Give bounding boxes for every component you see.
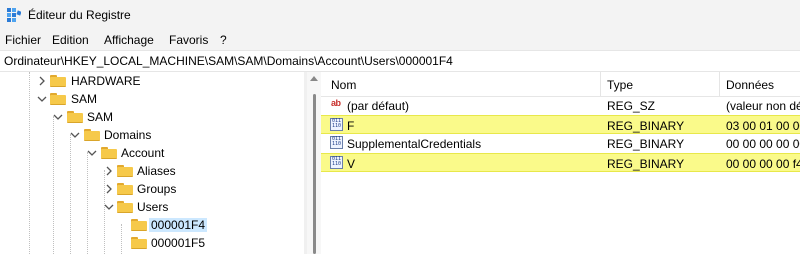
tree-item-000001f5[interactable]: 000001F5 bbox=[0, 234, 304, 252]
tree-item-hardware[interactable]: HARDWARE bbox=[0, 72, 304, 90]
values-pane: Nom Type Données ab (par défaut) REG_SZ … bbox=[321, 72, 800, 254]
tree-item-label: Groups bbox=[137, 182, 177, 196]
folder-icon bbox=[117, 165, 133, 177]
column-header-type[interactable]: Type bbox=[607, 78, 633, 92]
tree-item-label: SAM bbox=[87, 110, 114, 124]
tree-item-label: 000001F4 bbox=[149, 218, 208, 232]
tree-item-sam-sam[interactable]: SAM bbox=[0, 108, 304, 126]
title-bar: Éditeur du Registre bbox=[0, 0, 800, 30]
tree-item-domains[interactable]: Domains bbox=[0, 126, 304, 144]
column-divider[interactable] bbox=[600, 72, 601, 96]
registry-editor-icon bbox=[7, 8, 21, 22]
binary-value-icon: 011 110 bbox=[330, 156, 343, 169]
value-data: 00 00 00 00 00 bbox=[726, 137, 800, 151]
folder-icon bbox=[50, 75, 66, 87]
chevron-right-icon[interactable] bbox=[37, 76, 47, 86]
tree-item-label: SAM bbox=[71, 92, 98, 106]
menu-help[interactable]: ? bbox=[220, 33, 227, 47]
list-row[interactable]: 011 110 SupplementalCredentials REG_BINAR… bbox=[321, 134, 800, 153]
list-row[interactable]: ab (par défaut) REG_SZ (valeur non dé bbox=[321, 96, 800, 115]
menu-bar: Fichier Edition Affichage Favoris ? bbox=[0, 30, 800, 50]
binary-value-icon: 011 110 bbox=[330, 118, 343, 131]
tree-item-groups[interactable]: Groups bbox=[0, 180, 304, 198]
value-data: 03 00 01 00 00 bbox=[726, 119, 800, 133]
address-path[interactable]: Ordinateur\HKEY_LOCAL_MACHINE\SAM\SAM\Do… bbox=[4, 54, 453, 68]
tree-item-account[interactable]: Account bbox=[0, 144, 304, 162]
menu-fichier[interactable]: Fichier bbox=[5, 33, 41, 47]
value-type: REG_SZ bbox=[607, 99, 656, 113]
tree-item-label: HARDWARE bbox=[71, 74, 141, 88]
folder-open-icon bbox=[117, 201, 133, 213]
folder-open-icon bbox=[101, 147, 117, 159]
folder-open-icon bbox=[67, 111, 83, 123]
tree-item-label: Aliases bbox=[137, 164, 176, 178]
value-type: REG_BINARY bbox=[607, 137, 685, 151]
tree-pane: HARDWARE SAM SAM Domains Account Aliases… bbox=[0, 72, 304, 254]
list-header: Nom Type Données bbox=[321, 72, 800, 97]
folder-icon bbox=[131, 219, 147, 231]
menu-affichage[interactable]: Affichage bbox=[104, 33, 154, 47]
scroll-thumb[interactable] bbox=[313, 94, 316, 254]
folder-open-icon bbox=[50, 93, 66, 105]
column-header-nom[interactable]: Nom bbox=[331, 78, 356, 92]
chevron-right-icon[interactable] bbox=[104, 166, 114, 176]
value-type: REG_BINARY bbox=[607, 157, 685, 171]
chevron-down-icon[interactable] bbox=[104, 202, 114, 212]
value-name: F bbox=[347, 119, 355, 133]
string-value-icon: ab bbox=[331, 98, 341, 108]
tree-item-label: 000001F5 bbox=[151, 236, 206, 250]
chevron-right-icon[interactable] bbox=[104, 184, 114, 194]
tree-item-label: Domains bbox=[104, 128, 152, 142]
column-header-donnees[interactable]: Données bbox=[726, 78, 774, 92]
folder-icon bbox=[131, 237, 147, 249]
tree-item-000001f4[interactable]: 000001F4 bbox=[0, 216, 304, 234]
value-data: 00 00 00 00 f4 0 bbox=[726, 157, 800, 171]
chevron-down-icon[interactable] bbox=[37, 94, 47, 104]
tree-item-aliases[interactable]: Aliases bbox=[0, 162, 304, 180]
value-name: SupplementalCredentials bbox=[347, 137, 482, 151]
address-bar[interactable]: Ordinateur\HKEY_LOCAL_MACHINE\SAM\SAM\Do… bbox=[0, 50, 800, 72]
chevron-down-icon[interactable] bbox=[87, 148, 97, 158]
value-name: (par défaut) bbox=[347, 99, 410, 113]
value-name: V bbox=[347, 157, 356, 171]
window-title: Éditeur du Registre bbox=[28, 8, 131, 22]
tree-item-sam[interactable]: SAM bbox=[0, 90, 304, 108]
chevron-down-icon[interactable] bbox=[70, 130, 80, 140]
scroll-up-arrow-icon[interactable] bbox=[310, 76, 318, 81]
tree-item-users[interactable]: Users bbox=[0, 198, 304, 216]
value-type: REG_BINARY bbox=[607, 119, 685, 133]
folder-open-icon bbox=[84, 129, 100, 141]
chevron-down-icon[interactable] bbox=[53, 112, 63, 122]
binary-value-icon: 011 110 bbox=[330, 136, 343, 149]
column-divider[interactable] bbox=[719, 72, 720, 96]
menu-favoris[interactable]: Favoris bbox=[169, 33, 208, 47]
tree-scrollbar[interactable] bbox=[307, 72, 321, 254]
tree-item-label: Account bbox=[121, 146, 165, 160]
menu-edition[interactable]: Edition bbox=[52, 33, 89, 47]
tree-item-label: Users bbox=[137, 200, 169, 214]
list-row[interactable]: 011110 V REG_BINARY 00 00 00 00 f4 0 bbox=[321, 153, 800, 172]
value-data: (valeur non dé bbox=[726, 99, 800, 113]
list-row[interactable]: 011 110 F REG_BINARY 03 00 01 00 00 bbox=[321, 115, 800, 134]
folder-icon bbox=[117, 183, 133, 195]
